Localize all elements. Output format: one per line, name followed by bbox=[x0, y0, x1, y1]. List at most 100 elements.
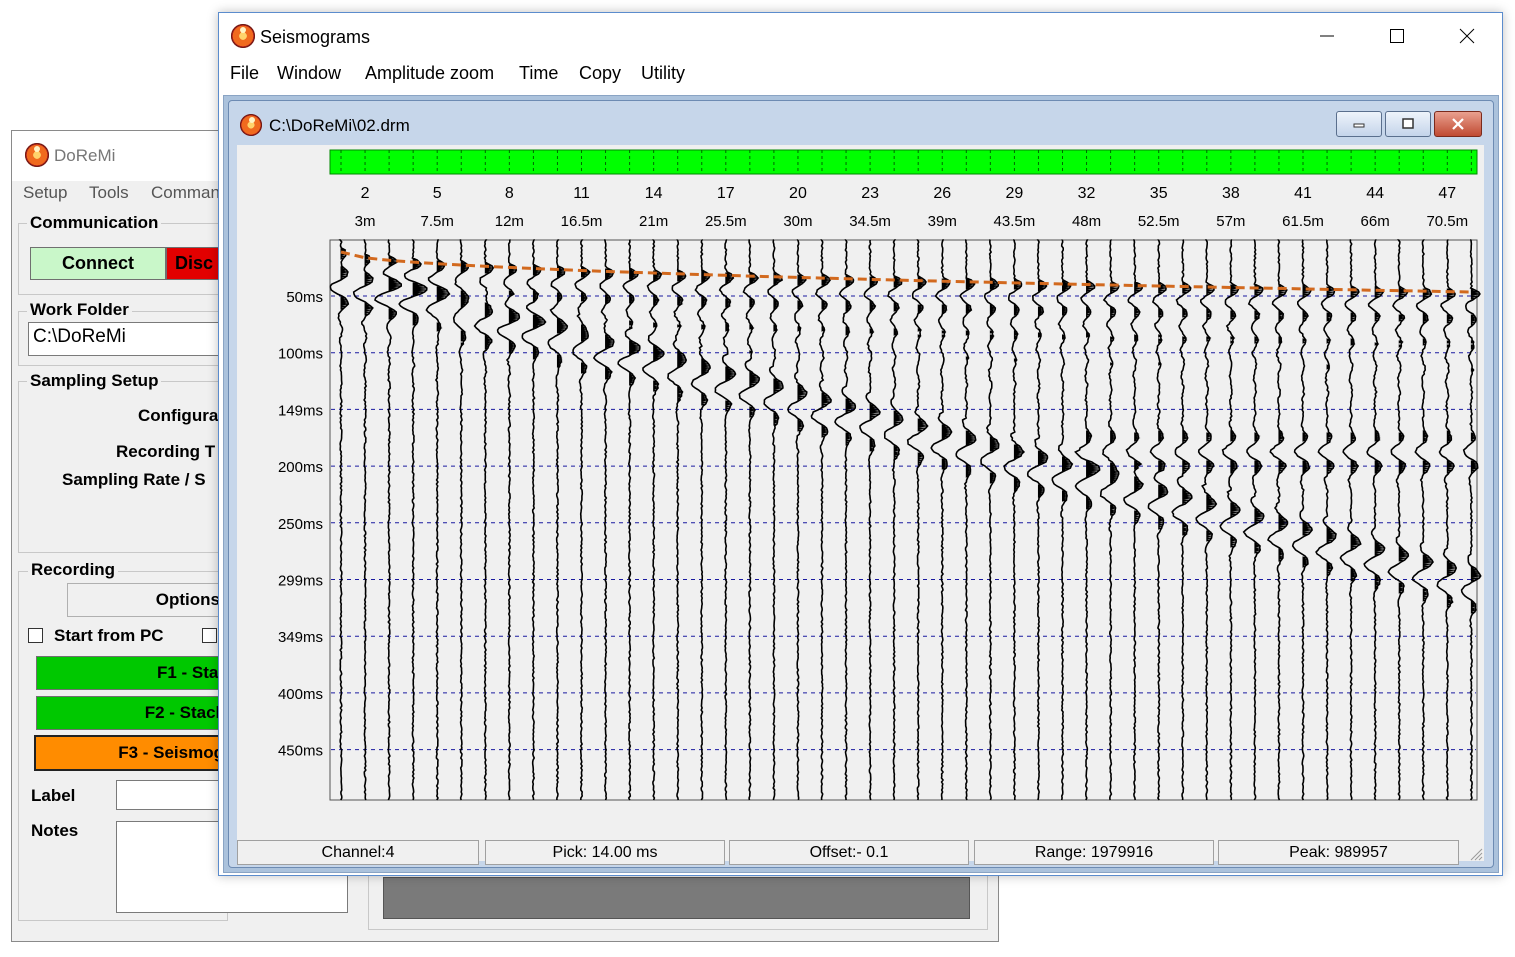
seismogram-plot[interactable]: 2 5 8 11 14 17 20 23 26 29 32 35 38 41 44 47 3m 7.5m 12m 1… bbox=[237, 145, 1484, 835]
channel-label: 29 bbox=[1006, 185, 1024, 202]
close-icon bbox=[1459, 28, 1475, 44]
disconnect-button[interactable]: Disc bbox=[166, 247, 226, 280]
time-label: 100ms bbox=[278, 346, 323, 363]
connect-button[interactable]: Connect bbox=[30, 247, 166, 280]
channel-labels: 2 5 8 11 14 17 20 23 26 29 32 35 38 41 44 47 bbox=[361, 185, 1457, 202]
time-label: 50ms bbox=[286, 289, 323, 306]
time-labels: 50ms 100ms 149ms 200ms 250ms 299ms 349ms 400ms 4… bbox=[278, 289, 323, 760]
label-input[interactable] bbox=[116, 780, 228, 810]
offset-label: 7.5m bbox=[421, 213, 454, 230]
channel-label: 41 bbox=[1294, 185, 1312, 202]
status-peak: Peak: 989957 bbox=[1218, 840, 1459, 865]
channel-label: 38 bbox=[1222, 185, 1240, 202]
work-folder-label: Work Folder bbox=[27, 300, 132, 320]
child-restore-button[interactable] bbox=[1385, 111, 1431, 137]
seismogram-client: 2 5 8 11 14 17 20 23 26 29 32 35 38 41 44 47 3m 7.5m 12m 1… bbox=[237, 145, 1484, 865]
notes-label: Notes bbox=[31, 821, 79, 840]
start-from-pc-checkbox[interactable] bbox=[28, 628, 43, 643]
file-icon bbox=[240, 114, 262, 136]
offset-label: 34.5m bbox=[849, 213, 891, 230]
f2-stack-button[interactable]: F2 - Stack bbox=[36, 696, 228, 730]
time-label: 149ms bbox=[278, 402, 323, 419]
menu-amplitude-zoom[interactable]: Amplitude zoom bbox=[365, 63, 494, 84]
doremi-title: DoReMi bbox=[54, 146, 116, 165]
menu-copy[interactable]: Copy bbox=[579, 63, 621, 84]
mdi-area: C:\DoReMi\02.drm 2 5 8 11 14 17 20 23 26 29 32 35 38… bbox=[223, 95, 1499, 873]
time-label: 200ms bbox=[278, 459, 323, 476]
status-range: Range: 1979916 bbox=[974, 840, 1214, 865]
plot-frame bbox=[329, 239, 1478, 801]
channel-label: 20 bbox=[789, 185, 807, 202]
sampling-rate-label: Sampling Rate / S bbox=[62, 470, 206, 489]
menu-time[interactable]: Time bbox=[519, 63, 558, 84]
minimize-button[interactable] bbox=[1293, 13, 1361, 59]
status-offset: Offset:- 0.1 bbox=[729, 840, 969, 865]
f1-start-button[interactable]: F1 - Star bbox=[36, 656, 228, 690]
time-label: 299ms bbox=[278, 573, 323, 590]
channel-label: 47 bbox=[1438, 185, 1456, 202]
options-button[interactable]: Options bbox=[67, 583, 227, 617]
resize-grip-icon[interactable] bbox=[1469, 847, 1483, 861]
time-label: 349ms bbox=[278, 629, 323, 646]
time-label: 450ms bbox=[278, 743, 323, 760]
status-pick: Pick: 14.00 ms bbox=[485, 840, 725, 865]
channel-label: 2 bbox=[361, 185, 370, 202]
menu-commands[interactable]: Comman bbox=[151, 183, 220, 203]
f3-seismograms-button[interactable]: F3 - Seismog bbox=[34, 735, 228, 771]
status-channel: Channel:4 bbox=[237, 840, 479, 865]
close-button[interactable] bbox=[1433, 13, 1501, 59]
offset-labels: 3m 7.5m 12m 16.5m 21m 25.5m 30m 34.5m 39m 43.5m 48… bbox=[355, 213, 1469, 230]
close-icon bbox=[1452, 118, 1464, 130]
channel-label: 23 bbox=[861, 185, 879, 202]
channel-label: 26 bbox=[933, 185, 951, 202]
channel-label: 44 bbox=[1366, 185, 1384, 202]
channel-label: 14 bbox=[645, 185, 663, 202]
channel-label: 8 bbox=[505, 185, 514, 202]
menu-tools[interactable]: Tools bbox=[89, 183, 129, 203]
second-checkbox[interactable] bbox=[202, 628, 217, 643]
menu-utility[interactable]: Utility bbox=[641, 63, 685, 84]
maximize-button[interactable] bbox=[1363, 13, 1431, 59]
communication-label: Communication bbox=[27, 213, 162, 233]
menu-window[interactable]: Window bbox=[277, 63, 341, 84]
offset-label: 39m bbox=[928, 213, 957, 230]
work-folder-input[interactable]: C:\DoReMi bbox=[28, 322, 226, 356]
time-label: 400ms bbox=[278, 686, 323, 703]
channel-label: 17 bbox=[717, 185, 735, 202]
channel-bar[interactable] bbox=[329, 149, 1478, 175]
offset-label: 21m bbox=[639, 213, 668, 230]
label-field-label: Label bbox=[31, 786, 76, 805]
configuration-label: Configura bbox=[138, 406, 219, 425]
menu-setup[interactable]: Setup bbox=[23, 183, 67, 203]
maximize-icon bbox=[1390, 29, 1404, 43]
offset-label: 70.5m bbox=[1426, 213, 1468, 230]
offset-label: 52.5m bbox=[1138, 213, 1180, 230]
offset-label: 66m bbox=[1361, 213, 1390, 230]
restore-icon bbox=[1402, 118, 1414, 129]
recording-label: Recording bbox=[28, 560, 119, 580]
minimize-icon bbox=[1320, 35, 1334, 37]
child-minimize-button[interactable] bbox=[1336, 111, 1382, 137]
offset-label: 61.5m bbox=[1282, 213, 1324, 230]
offset-label: 57m bbox=[1216, 213, 1245, 230]
channel-label: 11 bbox=[573, 185, 590, 202]
child-title: C:\DoReMi\02.drm bbox=[269, 116, 410, 135]
app-icon bbox=[231, 24, 255, 48]
seismograms-window: Seismograms File Window Amplitude zoom T… bbox=[218, 12, 1503, 876]
seismograms-title: Seismograms bbox=[260, 27, 371, 47]
channel-label: 35 bbox=[1150, 185, 1168, 202]
minimize-icon bbox=[1353, 123, 1365, 128]
seismogram-child-window: C:\DoReMi\02.drm 2 5 8 11 14 17 20 23 26 29 32 35 38… bbox=[228, 100, 1494, 868]
channel-label: 32 bbox=[1078, 185, 1096, 202]
progress-area bbox=[383, 877, 970, 919]
offset-label: 25.5m bbox=[705, 213, 747, 230]
offset-label: 3m bbox=[355, 213, 376, 230]
menu-file[interactable]: File bbox=[230, 63, 259, 84]
time-label: 250ms bbox=[278, 516, 323, 533]
offset-label: 12m bbox=[495, 213, 524, 230]
recording-time-label: Recording T bbox=[116, 442, 216, 461]
offset-label: 30m bbox=[783, 213, 812, 230]
offset-label: 48m bbox=[1072, 213, 1101, 230]
start-from-pc-label: Start from PC bbox=[54, 626, 164, 645]
child-close-button[interactable] bbox=[1434, 111, 1482, 137]
